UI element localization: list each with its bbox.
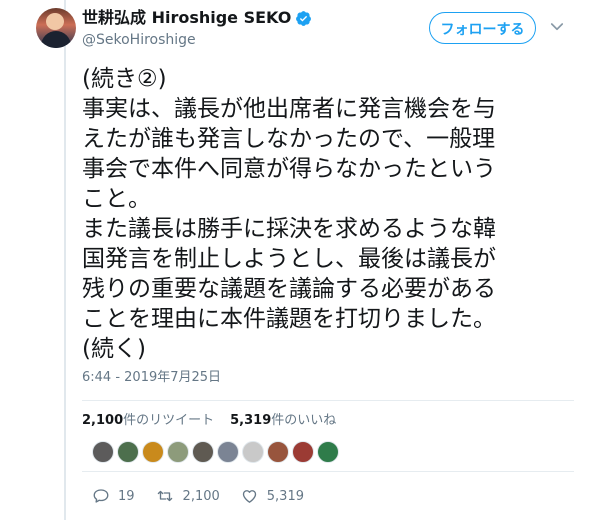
user-handle[interactable]: @SekoHiroshige — [82, 31, 196, 49]
display-name[interactable]: 世耕弘成 Hiroshige SEKO — [82, 8, 291, 28]
like-action[interactable]: 5,319 — [240, 487, 304, 505]
reply-icon — [93, 489, 109, 503]
actions-top-divider — [82, 471, 574, 472]
liker-avatar-row — [92, 441, 339, 463]
retweet-action[interactable]: 2,100 — [155, 487, 220, 505]
tweet-line: 国発言を制止しようとし、最後は議長が — [82, 246, 496, 272]
liker-avatar-2[interactable] — [117, 441, 139, 463]
tweet-text: (続き②) 事実は、議長が他出席者に発言機会を与 えたが誰も発言しなかったので、… — [82, 64, 572, 364]
retweet-count: 2,100 — [182, 488, 220, 504]
reply-count: 19 — [118, 488, 135, 504]
verified-badge-icon — [296, 10, 312, 26]
retweet-stat-count: 2,100 — [82, 413, 124, 428]
tweet-header: 世耕弘成 Hiroshige SEKO @SekoHiroshige フォローす… — [36, 0, 574, 64]
heart-icon — [242, 490, 256, 503]
tweet-card: 世耕弘成 Hiroshige SEKO @SekoHiroshige フォローす… — [36, 0, 574, 520]
tweet-actions: 19 2,100 5,319 — [92, 487, 304, 505]
liker-avatar-10[interactable] — [317, 441, 339, 463]
tweet-line: 事実は、議長が他出席者に発言機会を与 — [82, 96, 496, 122]
like-stat-count: 5,319 — [230, 413, 272, 428]
display-name-row: 世耕弘成 Hiroshige SEKO — [82, 8, 312, 28]
stats-top-divider — [82, 400, 574, 401]
tweet-stats: 2,100件のリツイート 5,319件のいいね — [82, 412, 336, 430]
tweet-line: (続く) — [82, 336, 146, 362]
follow-button[interactable]: フォローする — [429, 12, 536, 44]
liker-avatar-8[interactable] — [267, 441, 289, 463]
liker-avatar-6[interactable] — [217, 441, 239, 463]
liker-avatar-3[interactable] — [142, 441, 164, 463]
tweet-line: こと。 — [82, 186, 151, 212]
retweet-icon — [157, 490, 172, 502]
liker-avatar-7[interactable] — [242, 441, 264, 463]
reply-action[interactable]: 19 — [92, 487, 135, 505]
like-stat-label: 件のいいね — [271, 413, 337, 428]
like-count: 5,319 — [266, 488, 304, 504]
tweet-line: ことを理由に本件議題を打切りました。 — [82, 306, 496, 332]
tweet-line: また議長は勝手に採決を求めるような韓 — [82, 216, 496, 242]
liker-avatar-5[interactable] — [192, 441, 214, 463]
chevron-down-icon[interactable] — [548, 18, 566, 36]
tweet-line: 事会で本件へ同意が得らなかったという — [82, 156, 496, 182]
tweet-line: えたが誰も発言しなかったので、一般理 — [82, 126, 496, 152]
liker-avatar-4[interactable] — [167, 441, 189, 463]
tweet-line: (続き②) — [82, 66, 167, 92]
profile-avatar[interactable] — [36, 8, 76, 48]
like-stat[interactable]: 5,319件のいいね — [230, 412, 336, 430]
retweet-stat[interactable]: 2,100件のリツイート — [82, 412, 214, 430]
tweet-timestamp[interactable]: 6:44 - 2019年7月25日 — [82, 369, 221, 387]
tweet-line: 残りの重要な議題を議論する必要がある — [82, 276, 496, 302]
left-divider — [64, 0, 66, 520]
liker-avatar-1[interactable] — [92, 441, 114, 463]
retweet-stat-label: 件のリツイート — [123, 413, 215, 428]
liker-avatar-9[interactable] — [292, 441, 314, 463]
